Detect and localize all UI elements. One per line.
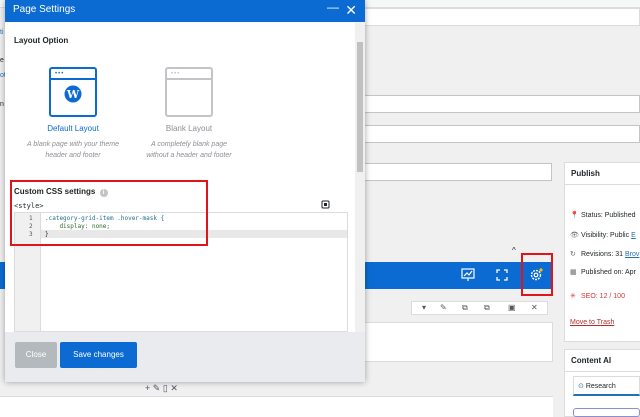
svg-text:W: W	[66, 88, 80, 101]
layout-default-desc-1: A blank page with your theme	[27, 141, 119, 148]
edge-text-2: e	[0, 57, 4, 64]
layout-card-blank[interactable]: •••	[165, 67, 213, 117]
window-dots-icon: •••	[55, 71, 65, 77]
fullscreen-editor-icon[interactable]	[321, 200, 330, 211]
publish-date: ▦ Published on: Apr	[570, 268, 636, 276]
collapse-arrow-icon[interactable]: ^	[512, 246, 516, 255]
content-ai-tab-research[interactable]: ⊙ Research	[573, 376, 640, 396]
wordpress-icon: W	[64, 85, 82, 103]
bottom-tools: + ✎ ▯ ✕	[145, 383, 178, 394]
edge-text-1: ti	[0, 29, 4, 36]
settings-highlight-box	[521, 253, 553, 296]
css-highlight-box	[10, 180, 208, 246]
visibility-text: Visibility: Public	[581, 232, 630, 239]
layout-blank-desc-1: A completely blank page	[150, 141, 227, 148]
revisions-browse-link[interactable]: Brov	[625, 251, 639, 258]
window-divider	[167, 78, 211, 80]
bg-field-1[interactable]	[364, 95, 640, 113]
seo-score: SEO: 12 / 100	[581, 293, 625, 300]
publish-revisions: ↻ Revisions: 31 Brov	[570, 250, 639, 258]
modal-header: Page Settings — ✕	[5, 0, 365, 22]
add-icon[interactable]: +	[145, 383, 150, 393]
layout-default-title[interactable]: Default Layout	[25, 124, 121, 133]
status-text: Status: Published	[581, 212, 636, 219]
layout-card-default[interactable]: ••• W	[49, 67, 97, 117]
minimize-icon[interactable]: —	[327, 0, 339, 14]
publish-status: 📍 Status: Published	[570, 211, 635, 219]
remove-icon[interactable]: ✕	[170, 383, 178, 393]
move-to-trash-link[interactable]: Move to Trash	[570, 319, 614, 326]
publish-seo[interactable]: ✳ SEO: 12 / 100	[570, 292, 625, 300]
pin-icon: 📍	[570, 212, 579, 219]
revisions-text: Revisions: 31	[581, 251, 624, 258]
seo-icon: ✳	[570, 293, 576, 300]
duplicate-icon[interactable]: ⧉	[484, 303, 490, 313]
edit-icon[interactable]: ✎	[440, 303, 447, 312]
eye-icon: 👁	[570, 232, 579, 239]
revisions-icon: ↻	[570, 251, 576, 258]
row-toolstrip	[411, 301, 548, 315]
close-button[interactable]: Close	[15, 342, 57, 368]
calendar-icon: ▦	[570, 269, 577, 276]
window-dots-icon: •••	[171, 71, 181, 77]
visibility-edit-link[interactable]: E	[631, 232, 636, 239]
content-ai-row	[573, 408, 640, 417]
publish-visibility: 👁 Visibility: Public E	[570, 231, 636, 239]
publish-title: Publish	[565, 163, 640, 185]
save-icon[interactable]: ▣	[508, 303, 516, 312]
pencil-icon[interactable]: ✎	[153, 383, 161, 393]
trash-icon[interactable]: ▯	[163, 383, 168, 393]
delete-icon[interactable]: ✕	[531, 303, 538, 312]
bg-field-2[interactable]	[364, 125, 640, 143]
close-icon[interactable]: ✕	[345, 2, 357, 19]
bg-field-3[interactable]	[364, 163, 552, 181]
dropdown-icon[interactable]: ▾	[422, 303, 426, 312]
layout-default-desc-2: header and footer	[45, 152, 101, 159]
edge-text-4: n	[0, 101, 4, 108]
content-ai-title: Content AI	[565, 350, 640, 372]
content-ai-tab-label: Research	[585, 383, 616, 390]
content-block	[364, 322, 553, 362]
research-icon: ⊙	[578, 383, 586, 390]
layout-section-title: Layout Option	[14, 36, 69, 45]
layout-blank-desc-2: without a header and footer	[146, 152, 232, 159]
published-on-text: Published on: Apr	[581, 269, 636, 276]
bottom-block	[0, 396, 553, 417]
copy-icon[interactable]: ⧉	[462, 303, 468, 313]
scrollbar-thumb[interactable]	[357, 42, 363, 172]
layout-blank-title[interactable]: Blank Layout	[141, 124, 237, 133]
modal-footer	[5, 332, 365, 382]
modal-title: Page Settings	[13, 4, 76, 15]
expand-icon[interactable]	[495, 268, 509, 284]
modal-scrollbar[interactable]	[355, 22, 365, 332]
window-divider	[51, 78, 95, 80]
chart-icon[interactable]	[461, 268, 475, 284]
save-changes-button[interactable]: Save changes	[60, 342, 137, 368]
top-field[interactable]	[364, 8, 640, 26]
